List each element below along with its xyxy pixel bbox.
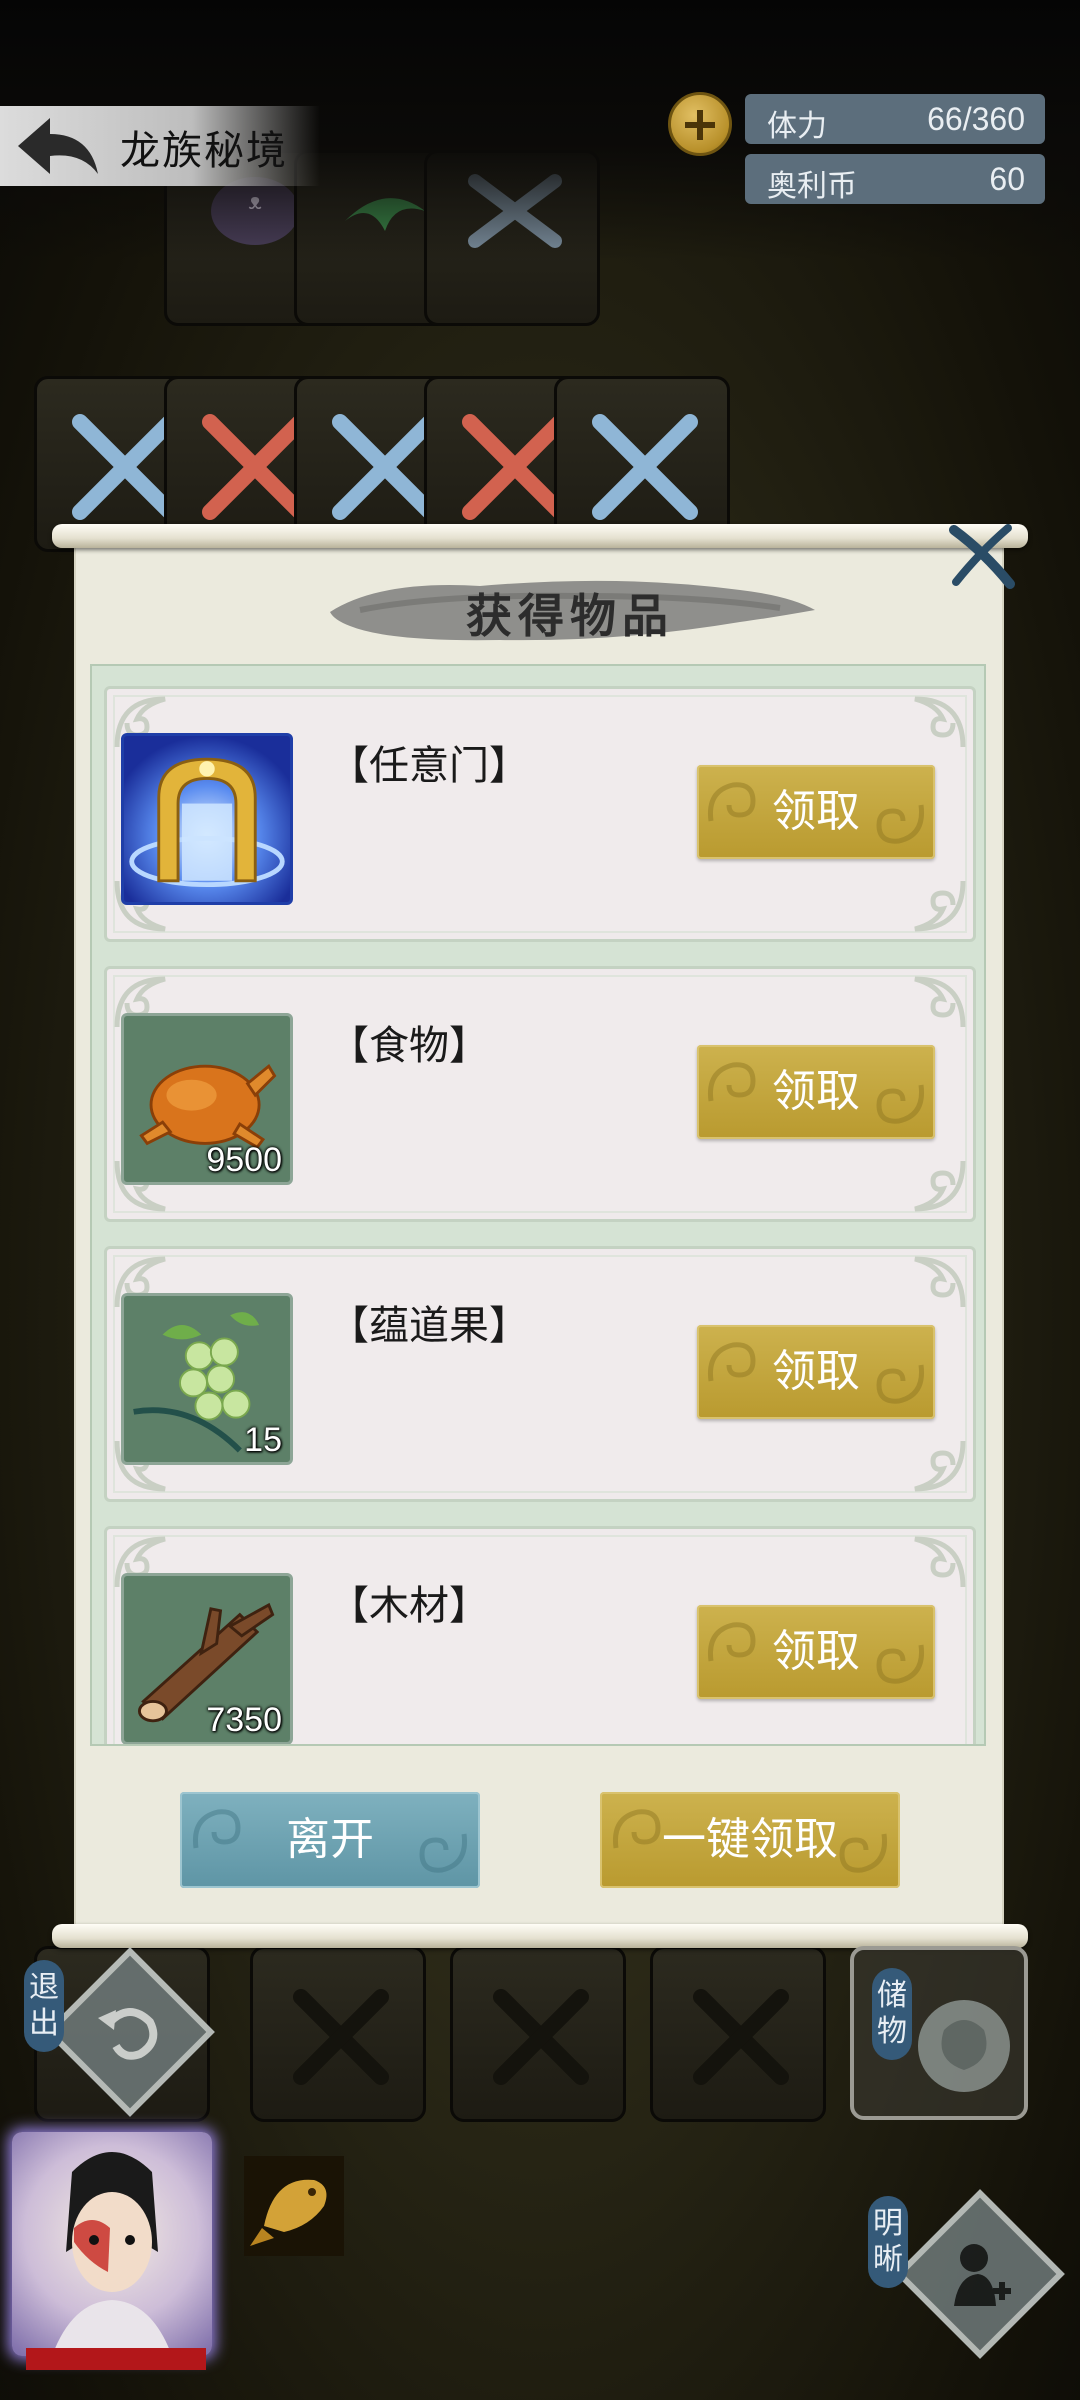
crossed-swords-dark-icon [693, 1989, 789, 2085]
coin-display: 奥利币 60 [745, 154, 1045, 204]
cloud-swirl-icon [839, 1833, 888, 1873]
claim-all-button-label: 一键领取 [662, 1814, 838, 1865]
crossed-swords-blue-icon [592, 414, 698, 520]
cloud-swirl-icon [707, 1062, 756, 1102]
cloud-swirl-icon [612, 1809, 661, 1849]
item-icon-slot[interactable]: 7350 [121, 1573, 293, 1744]
reward-item: 【任意门】 领取 [104, 686, 976, 942]
claim-button[interactable]: 领取 [697, 765, 935, 859]
claim-all-button[interactable]: 一键领取 [600, 1792, 900, 1888]
leave-button-label: 离开 [286, 1814, 374, 1865]
stamina-display: 体力 66/360 [745, 94, 1045, 144]
crossed-swords-dark-icon [293, 1989, 389, 2085]
crossed-swords-dark-icon [493, 1989, 589, 2085]
stamina-value: 66/360 [927, 101, 1025, 137]
person-silhouette-icon [954, 2244, 1011, 2306]
item-icon-slot[interactable] [121, 733, 293, 905]
character-face-icon [52, 2152, 172, 2356]
item-name: 【木材】 [329, 1583, 489, 1629]
corner-swirl-icon [914, 1440, 966, 1492]
cloud-swirl-icon [192, 1809, 241, 1849]
add-stamina-button[interactable] [668, 92, 732, 156]
close-icon[interactable] [944, 522, 1018, 590]
cloud-swirl-icon [419, 1833, 468, 1873]
claim-button-label: 领取 [772, 1346, 860, 1397]
claim-button-label: 领取 [772, 1066, 860, 1117]
cloud-swirl-icon [876, 1644, 925, 1684]
scroll-rod-bottom [52, 1924, 1028, 1948]
item-count: 9500 [206, 1141, 282, 1179]
cloud-swirl-icon [707, 1622, 756, 1662]
reward-item: 9500 【食物】 领取 [104, 966, 976, 1222]
grid-tile-locked[interactable] [450, 1946, 626, 2122]
exit-label[interactable]: 退出 [24, 1960, 64, 2052]
storage-bag-icon [918, 2000, 1010, 2092]
leave-button[interactable]: 离开 [180, 1792, 480, 1888]
item-count: 7350 [206, 1701, 282, 1739]
reward-list[interactable]: 【任意门】 领取 9500 【食物】 领取 15 【蕴道果】 领取 7350 【… [90, 664, 986, 1746]
corner-swirl-icon [914, 1160, 966, 1212]
coin-label: 奥利币 [767, 169, 857, 204]
health-bar [26, 2348, 206, 2370]
claim-button-label: 领取 [772, 1626, 860, 1677]
cloud-swirl-icon [876, 1084, 925, 1124]
item-name: 【任意门】 [329, 743, 529, 789]
golden-gate-icon [124, 736, 290, 902]
cloud-swirl-icon [707, 782, 756, 822]
item-count: 15 [244, 1421, 282, 1459]
cloud-swirl-icon [707, 1342, 756, 1382]
item-icon-slot[interactable]: 15 [121, 1293, 293, 1465]
corner-swirl-icon [914, 976, 966, 1028]
back-arrow-icon[interactable] [14, 112, 102, 182]
claim-button[interactable]: 领取 [697, 1605, 935, 1699]
golden-carp-icon [250, 2179, 327, 2246]
grid-tile-locked[interactable] [250, 1946, 426, 2122]
scroll-rod-top [52, 524, 1028, 548]
corner-swirl-icon [914, 1536, 966, 1588]
skill-slot[interactable] [244, 2156, 344, 2256]
storage-label[interactable]: 储物 [872, 1968, 912, 2060]
corner-swirl-icon [914, 1256, 966, 1308]
reward-item: 7350 【木材】 领取 [104, 1526, 976, 1744]
item-name: 【食物】 [329, 1023, 489, 1069]
undo-arrow-icon [98, 2008, 158, 2060]
claim-button-label: 领取 [772, 786, 860, 837]
cloud-swirl-icon [876, 804, 925, 844]
grid-tile-locked[interactable] [650, 1946, 826, 2122]
claim-button[interactable]: 领取 [697, 1045, 935, 1139]
page-title: 龙族秘境 [120, 128, 288, 174]
claim-button[interactable]: 领取 [697, 1325, 935, 1419]
popup-title: 获得物品 [466, 589, 674, 643]
character-portrait[interactable] [12, 2132, 212, 2356]
item-icon-slot[interactable]: 9500 [121, 1013, 293, 1185]
clear-mode-label[interactable]: 明晰 [868, 2196, 908, 2288]
corner-swirl-icon [914, 696, 966, 748]
stamina-label: 体力 [767, 109, 827, 144]
item-name: 【蕴道果】 [329, 1303, 529, 1349]
cloud-swirl-icon [876, 1364, 925, 1404]
clear-mode-button[interactable] [895, 2189, 1065, 2359]
popup-title-banner: 获得物品 [320, 560, 820, 656]
corner-swirl-icon [914, 880, 966, 932]
coin-value: 60 [989, 161, 1025, 197]
reward-item: 15 【蕴道果】 领取 [104, 1246, 976, 1502]
